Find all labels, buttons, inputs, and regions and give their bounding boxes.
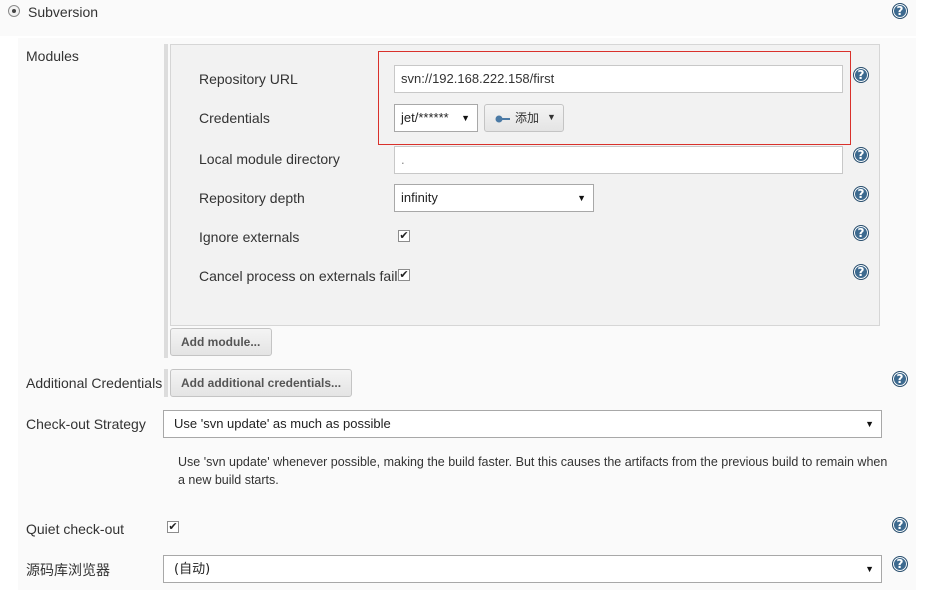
quiet-checkout-help-icon[interactable]: ? (892, 517, 908, 533)
checkout-strategy-value: Use 'svn update' as much as possible (174, 416, 391, 431)
ignore-externals-checkbox[interactable]: ✔ (398, 230, 410, 242)
modules-left-bar (164, 44, 168, 358)
repository-depth-select[interactable]: infinity ▼ (394, 184, 594, 212)
cancel-externals-help-icon[interactable]: ? (853, 264, 869, 280)
local-module-dir-help-icon[interactable]: ? (853, 147, 869, 163)
additional-credentials-left-bar (164, 369, 168, 397)
checkout-strategy-select[interactable]: Use 'svn update' as much as possible ▼ (163, 410, 882, 438)
add-additional-credentials-button[interactable]: Add additional credentials... (170, 369, 352, 397)
repository-browser-select[interactable]: (自动) ▼ (163, 555, 882, 583)
credentials-select[interactable]: jet/****** ▼ (394, 104, 478, 132)
help-icon[interactable]: ? (892, 3, 908, 19)
chevron-down-icon: ▼ (865, 419, 874, 429)
modules-label: Modules (26, 48, 79, 64)
additional-credentials-label: Additional Credentials (26, 375, 163, 391)
repository-browser-value: (自动) (174, 562, 211, 577)
ignore-externals-help-icon[interactable]: ? (853, 225, 869, 241)
additional-credentials-help-icon[interactable]: ? (892, 371, 908, 387)
local-module-dir-input[interactable]: . (394, 146, 843, 174)
repository-depth-label: Repository depth (199, 190, 305, 206)
quiet-checkout-checkbox[interactable]: ✔ (167, 521, 179, 533)
repository-depth-value: infinity (401, 190, 438, 205)
checkout-strategy-label: Check-out Strategy (26, 416, 146, 432)
ignore-externals-label: Ignore externals (199, 229, 300, 245)
add-credentials-label: 添加 (515, 111, 540, 125)
chevron-down-icon: ▼ (461, 113, 470, 123)
add-module-button[interactable]: Add module... (170, 328, 272, 356)
dropdown-caret-icon: ▼ (547, 112, 556, 122)
quiet-checkout-label: Quiet check-out (26, 521, 125, 537)
cancel-externals-label: Cancel process on externals fail (199, 268, 398, 284)
subversion-label: Subversion (28, 4, 99, 20)
repository-browser-help-icon[interactable]: ? (892, 556, 908, 572)
repository-url-input[interactable]: svn://192.168.222.158/first (394, 65, 843, 93)
key-icon (495, 115, 510, 123)
chevron-down-icon: ▼ (577, 193, 586, 203)
subversion-radio[interactable] (8, 5, 20, 17)
cancel-externals-checkbox[interactable]: ✔ (398, 269, 410, 281)
checkout-strategy-description: Use 'svn update' whenever possible, maki… (178, 455, 888, 487)
scm-header-bg (0, 0, 916, 36)
repository-url-help-icon[interactable]: ? (853, 67, 869, 83)
local-module-dir-label: Local module directory (199, 151, 340, 167)
repository-url-label: Repository URL (199, 71, 298, 87)
add-credentials-button[interactable]: 添加 ▼ (484, 104, 564, 132)
repository-browser-label: 源码库浏览器 (26, 563, 110, 579)
credentials-value: jet/****** (401, 110, 449, 125)
credentials-label: Credentials (199, 110, 270, 126)
repository-depth-help-icon[interactable]: ? (853, 186, 869, 202)
chevron-down-icon: ▼ (865, 564, 874, 574)
